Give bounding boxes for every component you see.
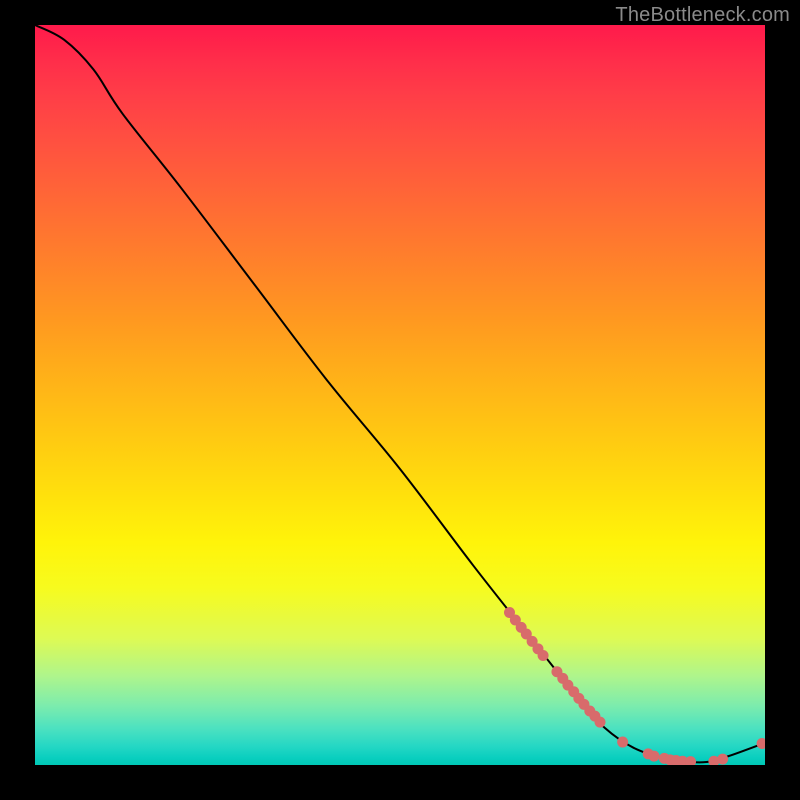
chart-svg [35,25,765,765]
data-point [649,751,660,762]
marker-dots [504,607,765,765]
data-point [617,737,628,748]
watermark-text: TheBottleneck.com [615,4,790,27]
data-point [757,738,765,749]
data-point [538,650,549,661]
chart-stage: TheBottleneck.com [0,0,800,800]
plot-area [35,25,765,765]
data-point [685,756,696,765]
data-point [595,717,606,728]
bottleneck-curve [35,25,765,762]
data-point [717,754,728,765]
